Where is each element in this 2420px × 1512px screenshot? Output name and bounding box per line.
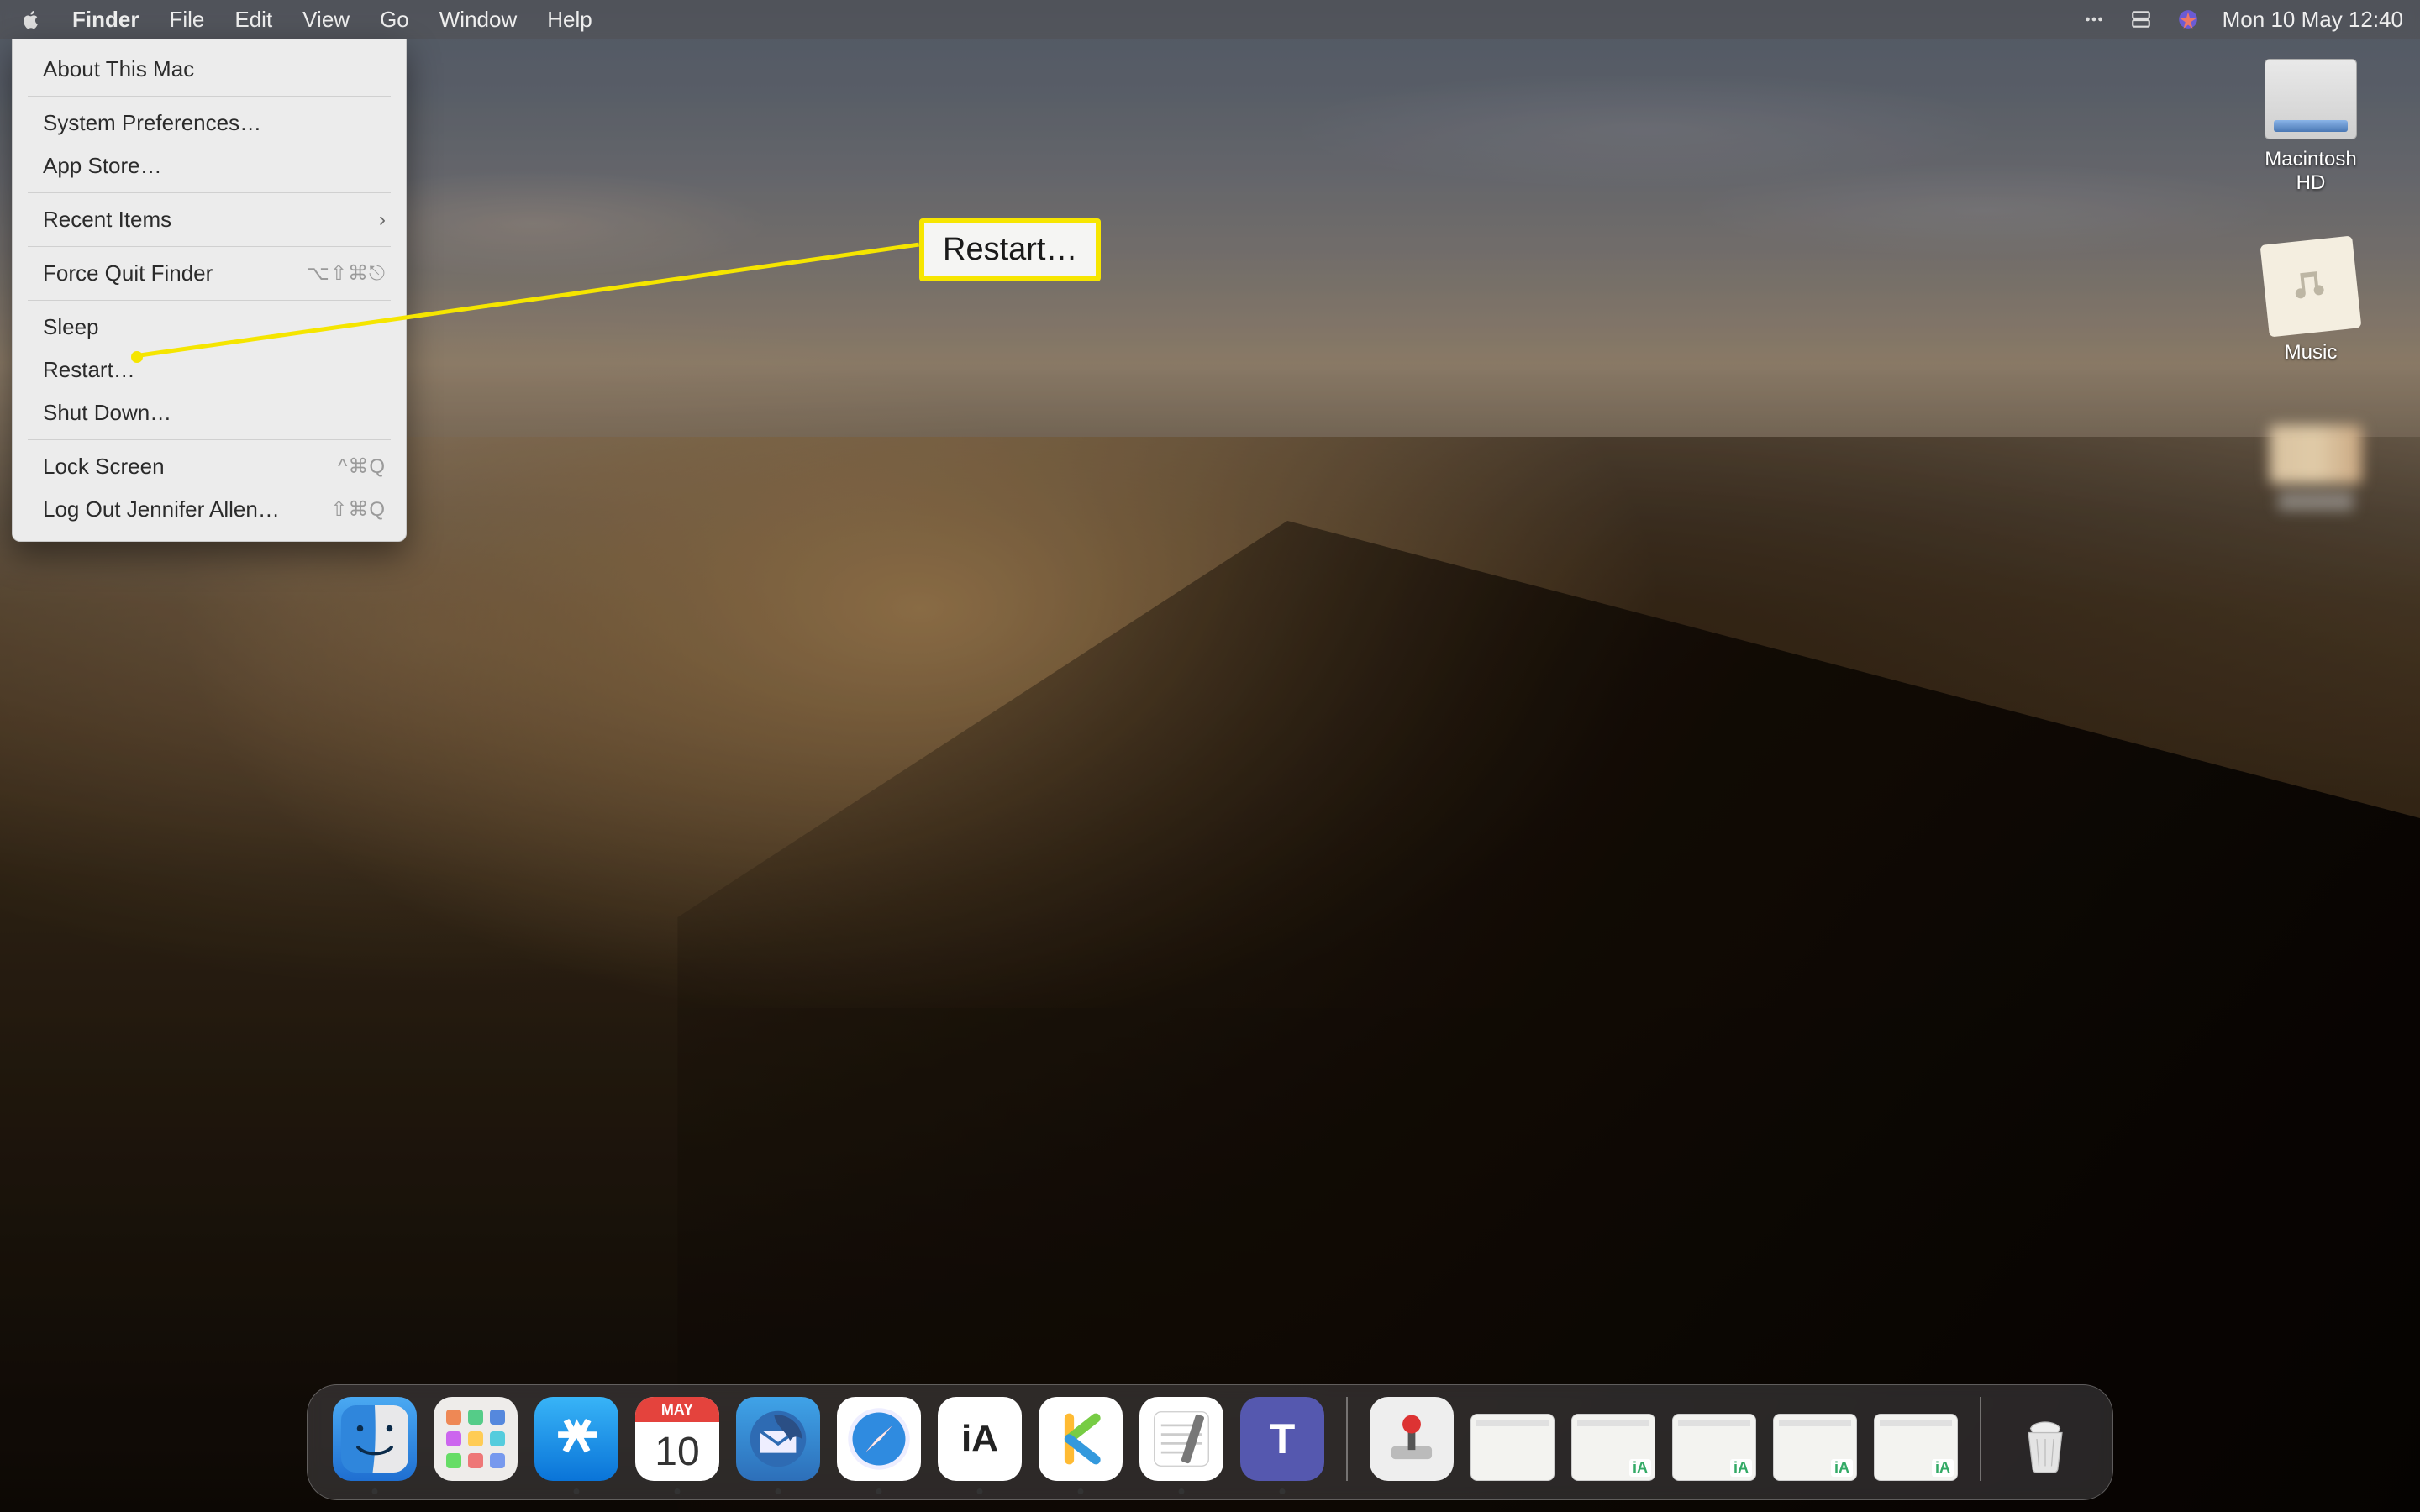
desktop-icon-music[interactable]: Music bbox=[2252, 240, 2370, 365]
dock-minimized-window-5[interactable]: iA bbox=[1874, 1414, 1958, 1481]
menubar-item-file[interactable]: File bbox=[169, 7, 204, 33]
running-indicator-dot bbox=[977, 1488, 983, 1494]
desktop-icon-label: Music bbox=[2252, 341, 2370, 365]
menu-item-shortcut: ^⌘Q bbox=[338, 452, 386, 482]
appstore-icon bbox=[547, 1410, 606, 1468]
menubar-clock[interactable]: Mon 10 May 12:40 bbox=[2223, 7, 2403, 33]
menubar-item-window[interactable]: Window bbox=[439, 7, 517, 33]
trash-icon bbox=[2012, 1405, 2079, 1481]
dock-app-calendar[interactable]: MAY 10 bbox=[635, 1397, 719, 1481]
dock-app-safari[interactable] bbox=[837, 1397, 921, 1481]
teams-icon: T bbox=[1270, 1415, 1296, 1463]
menubar-item-help[interactable]: Help bbox=[547, 7, 592, 33]
running-indicator-dot bbox=[1280, 1488, 1286, 1494]
desktop-icon-blurred[interactable] bbox=[2257, 425, 2375, 511]
menubar-item-view[interactable]: View bbox=[302, 7, 350, 33]
dock: MAY 10 iA T bbox=[307, 1384, 2113, 1500]
menu-item-shut-down[interactable]: Shut Down… bbox=[13, 391, 406, 434]
dock-app-launchpad[interactable] bbox=[434, 1397, 518, 1481]
menu-item-about-this-mac[interactable]: About This Mac bbox=[13, 48, 406, 91]
menu-item-log-out[interactable]: Log Out Jennifer Allen… ⇧⌘Q bbox=[13, 488, 406, 531]
menu-item-lock-screen[interactable]: Lock Screen ^⌘Q bbox=[13, 445, 406, 488]
dock-app-textedit[interactable] bbox=[1139, 1397, 1223, 1481]
menu-item-app-store[interactable]: App Store… bbox=[13, 144, 406, 187]
dock-app-finder[interactable] bbox=[333, 1397, 417, 1481]
running-indicator-dot bbox=[876, 1488, 882, 1494]
dock-minimized-window-1[interactable] bbox=[1470, 1414, 1555, 1481]
status-overflow-icon[interactable] bbox=[2081, 7, 2107, 32]
status-app-icon[interactable] bbox=[2175, 7, 2201, 32]
menu-item-shortcut: ⇧⌘Q bbox=[330, 495, 386, 525]
dock-app-arcade[interactable] bbox=[1370, 1397, 1454, 1481]
status-tray-icon[interactable] bbox=[2128, 7, 2154, 32]
menu-item-label: Force Quit Finder bbox=[43, 257, 213, 290]
desktop-icon-label bbox=[2278, 492, 2354, 511]
menu-item-recent-items[interactable]: Recent Items › bbox=[13, 198, 406, 241]
dock-separator bbox=[1346, 1397, 1348, 1481]
hdd-icon bbox=[2265, 59, 2357, 139]
dock-minimized-window-2[interactable]: iA bbox=[1571, 1414, 1655, 1481]
dock-app-appstore[interactable] bbox=[534, 1397, 618, 1481]
desktop-icon-macintosh-hd[interactable]: Macintosh HD bbox=[2252, 59, 2370, 195]
joystick-icon bbox=[1382, 1410, 1441, 1468]
dock-app-k[interactable] bbox=[1039, 1397, 1123, 1481]
dock-minimized-window-4[interactable]: iA bbox=[1773, 1414, 1857, 1481]
menu-item-label: Log Out Jennifer Allen… bbox=[43, 493, 280, 526]
apple-dropdown-menu: About This Mac System Preferences… App S… bbox=[12, 39, 407, 542]
dock-trash[interactable] bbox=[2003, 1397, 2087, 1481]
menu-item-force-quit[interactable]: Force Quit Finder ⌥⇧⌘⎋ bbox=[13, 252, 406, 295]
apple-logo-icon bbox=[20, 8, 42, 30]
running-indicator-dot bbox=[776, 1488, 781, 1494]
menubar-app-name[interactable]: Finder bbox=[72, 7, 139, 33]
menu-bar: Finder File Edit View Go Window Help Mon… bbox=[0, 0, 2420, 39]
k-app-icon bbox=[1050, 1409, 1111, 1469]
dock-separator bbox=[1980, 1397, 1981, 1481]
music-folder-icon bbox=[2260, 236, 2362, 338]
menu-item-label: Shut Down… bbox=[43, 396, 171, 429]
menu-item-label: Recent Items bbox=[43, 203, 171, 236]
chevron-right-icon: › bbox=[379, 205, 386, 235]
calendar-month-label: MAY bbox=[635, 1397, 719, 1422]
calendar-day-label: 10 bbox=[635, 1422, 719, 1481]
menu-item-label: Restart… bbox=[43, 354, 135, 386]
launchpad-icon bbox=[446, 1410, 505, 1468]
running-indicator-dot bbox=[574, 1488, 580, 1494]
menu-item-shortcut: ⌥⇧⌘⎋ bbox=[306, 259, 386, 289]
thunderbird-icon bbox=[746, 1407, 810, 1471]
mini-badge: iA bbox=[1629, 1459, 1651, 1477]
dock-minimized-window-3[interactable]: iA bbox=[1672, 1414, 1756, 1481]
running-indicator-dot bbox=[372, 1488, 378, 1494]
menu-item-system-preferences[interactable]: System Preferences… bbox=[13, 102, 406, 144]
menu-item-label: Lock Screen bbox=[43, 450, 165, 483]
menu-item-label: Sleep bbox=[43, 311, 99, 344]
textedit-icon bbox=[1145, 1403, 1218, 1475]
running-indicator-dot bbox=[675, 1488, 681, 1494]
dock-app-thunderbird[interactable] bbox=[736, 1397, 820, 1481]
menubar-item-go[interactable]: Go bbox=[380, 7, 409, 33]
menu-item-label: System Preferences… bbox=[43, 107, 261, 139]
apple-menu-button[interactable] bbox=[20, 8, 42, 30]
ia-writer-icon: iA bbox=[961, 1418, 998, 1460]
menu-item-label: About This Mac bbox=[43, 53, 194, 86]
annotation-label: Restart… bbox=[943, 232, 1077, 267]
dock-app-ia-writer[interactable]: iA bbox=[938, 1397, 1022, 1481]
blurred-thumbnail-icon bbox=[2270, 425, 2362, 484]
running-indicator-dot bbox=[1179, 1488, 1185, 1494]
annotation-callout: Restart… bbox=[919, 218, 1101, 281]
menubar-item-edit[interactable]: Edit bbox=[234, 7, 272, 33]
mini-badge: iA bbox=[1831, 1459, 1853, 1477]
desktop-icon-label: Macintosh HD bbox=[2252, 148, 2370, 195]
mini-badge: iA bbox=[1730, 1459, 1752, 1477]
running-indicator-dot bbox=[1078, 1488, 1084, 1494]
dock-app-teams[interactable]: T bbox=[1240, 1397, 1324, 1481]
menu-item-label: App Store… bbox=[43, 150, 162, 182]
menu-item-restart[interactable]: Restart… bbox=[13, 349, 406, 391]
safari-icon bbox=[844, 1404, 914, 1474]
mini-badge: iA bbox=[1932, 1459, 1954, 1477]
